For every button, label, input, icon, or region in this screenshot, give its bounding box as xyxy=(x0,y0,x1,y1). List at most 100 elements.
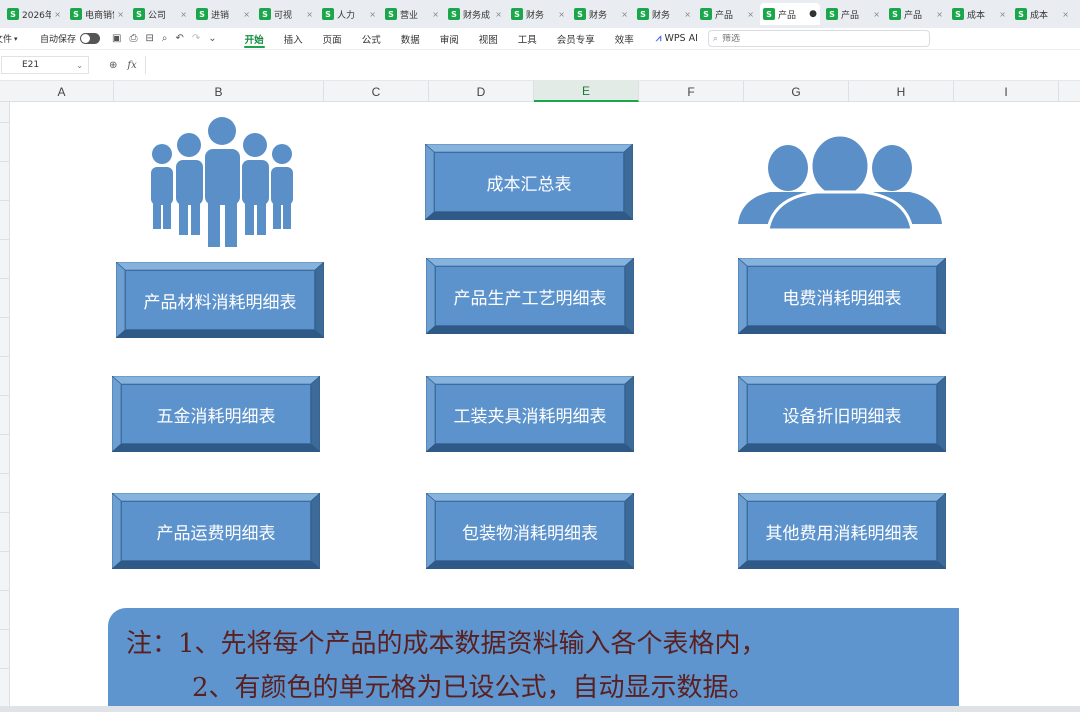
search-input[interactable] xyxy=(721,33,912,44)
ribbon-tab[interactable]: 数据 xyxy=(391,28,430,50)
close-icon[interactable]: × xyxy=(243,10,250,19)
spreadsheet-icon: S xyxy=(826,8,838,20)
column-header[interactable]: H xyxy=(849,81,954,102)
more-chevron-icon[interactable]: ⌄ xyxy=(208,33,216,44)
sheet-link-button-freight[interactable]: 产品运费明细表 xyxy=(112,493,320,569)
ribbon-tab[interactable]: 审阅 xyxy=(430,28,469,50)
instruction-note: 注：1、先将每个产品的成本数据资料输入各个表格内， 2、有颜色的单元格为已设公式… xyxy=(108,608,959,706)
column-header[interactable]: F xyxy=(639,81,744,102)
ribbon-tab[interactable]: 视图 xyxy=(469,28,508,50)
row-divider xyxy=(0,434,10,435)
close-icon[interactable]: × xyxy=(684,10,691,19)
save-icon[interactable]: ▣ xyxy=(112,33,121,44)
ribbon-tab[interactable]: 插入 xyxy=(274,28,313,50)
close-icon[interactable]: × xyxy=(999,10,1006,19)
sheet-link-button-hardware[interactable]: 五金消耗明细表 xyxy=(112,376,320,452)
workbook-tab-label: 可视 xyxy=(274,10,293,21)
column-header[interactable]: E xyxy=(534,81,639,102)
ribbon-tab[interactable]: 开始 xyxy=(235,28,274,50)
close-icon[interactable]: × xyxy=(495,10,502,19)
ribbon-tab[interactable]: 效率 xyxy=(605,28,644,50)
workbook-tab[interactable]: S 财务 × xyxy=(571,3,631,25)
workbook-tab[interactable]: S 财务成 × xyxy=(445,3,505,25)
redo-icon[interactable]: ↷ xyxy=(192,33,200,44)
button-label: 五金消耗明细表 xyxy=(156,406,276,427)
sheet-link-button-other[interactable]: 其他费用消耗明细表 xyxy=(738,493,946,569)
sheet-link-button-fixture[interactable]: 工装夹具消耗明细表 xyxy=(426,376,634,452)
undo-icon[interactable]: ↶ xyxy=(175,33,183,44)
close-icon[interactable]: × xyxy=(873,10,880,19)
chevron-down-icon: ▾ xyxy=(14,34,18,43)
sheet-area[interactable]: 成本汇总表产品材料消耗明细表 产品生产工艺明细表 电费消耗明细表五金消耗明细表 工装夹… xyxy=(0,102,1080,706)
spreadsheet-icon: S xyxy=(952,8,964,20)
cell-reference: E21 xyxy=(22,60,40,70)
workbook-tab[interactable]: S 成本 × xyxy=(1012,3,1072,25)
close-icon[interactable]: × xyxy=(117,10,124,19)
autosave-toggle[interactable] xyxy=(80,33,101,44)
workbook-tab[interactable]: S 人力 × xyxy=(319,3,379,25)
row-divider xyxy=(0,473,10,474)
close-icon[interactable]: × xyxy=(369,10,376,19)
workbook-tab[interactable]: S 产品 × xyxy=(886,3,946,25)
workbook-tab[interactable]: S 进销 × xyxy=(193,3,253,25)
close-icon[interactable]: × xyxy=(936,10,943,19)
fx-icon[interactable]: fx xyxy=(127,60,136,71)
button-label: 包装物消耗明细表 xyxy=(462,523,598,544)
close-icon[interactable]: × xyxy=(1062,10,1069,19)
column-header[interactable]: B xyxy=(114,81,324,102)
workbook-tab[interactable]: S 产品 × xyxy=(697,3,757,25)
team-silhouette-icon xyxy=(738,136,942,230)
workbook-tab[interactable]: S 财务 × xyxy=(634,3,694,25)
workbook-tab[interactable]: S 公司 × xyxy=(130,3,190,25)
button-label: 产品材料消耗明细表 xyxy=(143,292,297,313)
export-pdf-icon[interactable]: ⎙ xyxy=(129,33,137,44)
print-icon[interactable]: ⊟ xyxy=(145,33,153,44)
workbook-tab-label: 公司 xyxy=(148,10,167,21)
column-header[interactable]: I xyxy=(954,81,1059,102)
close-icon[interactable]: × xyxy=(558,10,565,19)
workbook-tab[interactable]: S 财务 × xyxy=(508,3,568,25)
button-face: 包装物消耗明细表 xyxy=(435,501,625,561)
sheet-link-button-process[interactable]: 产品生产工艺明细表 xyxy=(426,258,634,334)
sheet-link-button-packaging[interactable]: 包装物消耗明细表 xyxy=(426,493,634,569)
wps-ai-label: WPS AI xyxy=(664,33,698,44)
row-divider xyxy=(0,239,10,240)
unsaved-dot-icon[interactable]: ● xyxy=(809,9,817,19)
wps-ai-icon: ⩘ xyxy=(655,33,662,44)
workbook-tab[interactable]: S电商销售× xyxy=(67,3,127,25)
workbook-tab[interactable]: S 成本 × xyxy=(949,3,1009,25)
close-icon[interactable]: × xyxy=(54,10,61,19)
search-box[interactable]: ⌕ xyxy=(707,30,930,47)
wps-ai-button[interactable]: ⩘ WPS AI xyxy=(656,33,698,44)
close-icon[interactable]: × xyxy=(306,10,313,19)
workbook-tab[interactable]: S 产品 × xyxy=(823,3,883,25)
formula-input[interactable] xyxy=(144,56,1080,74)
column-header[interactable]: C xyxy=(324,81,429,102)
column-header[interactable]: D xyxy=(429,81,534,102)
ribbon-tab[interactable]: 页面 xyxy=(313,28,352,50)
workbook-tab-label: 成本 xyxy=(967,10,986,21)
autosave-control[interactable]: 自动保存 xyxy=(40,32,101,45)
sheet-link-button-summary[interactable]: 成本汇总表 xyxy=(425,144,633,220)
zoom-icon[interactable]: ⊕ xyxy=(109,60,117,71)
workbook-tab[interactable]: S 可视 × xyxy=(256,3,316,25)
sheet-link-button-material[interactable]: 产品材料消耗明细表 xyxy=(116,262,324,338)
close-icon[interactable]: × xyxy=(180,10,187,19)
ribbon-tab[interactable]: 会员专享 xyxy=(547,28,605,50)
file-menu[interactable]: 文件 ▾ xyxy=(0,32,30,46)
sheet-link-button-depreciation[interactable]: 设备折旧明细表 xyxy=(738,376,946,452)
ribbon-tab[interactable]: 公式 xyxy=(352,28,391,50)
spreadsheet-icon: S xyxy=(574,8,586,20)
workbook-tab[interactable]: S 营业 × xyxy=(382,3,442,25)
close-icon[interactable]: × xyxy=(621,10,628,19)
workbook-tab[interactable]: S 2026年 × xyxy=(4,3,64,25)
column-header[interactable]: G xyxy=(744,81,849,102)
workbook-tab[interactable]: S 产品 ● xyxy=(760,3,820,25)
print-preview-icon[interactable]: ⌕ xyxy=(162,33,168,44)
close-icon[interactable]: × xyxy=(747,10,754,19)
close-icon[interactable]: × xyxy=(432,10,439,19)
name-box[interactable]: E21 ⌄ xyxy=(1,56,89,74)
ribbon-tab[interactable]: 工具 xyxy=(508,28,547,50)
sheet-link-button-electric[interactable]: 电费消耗明细表 xyxy=(738,258,946,334)
column-header[interactable]: A xyxy=(10,81,114,102)
